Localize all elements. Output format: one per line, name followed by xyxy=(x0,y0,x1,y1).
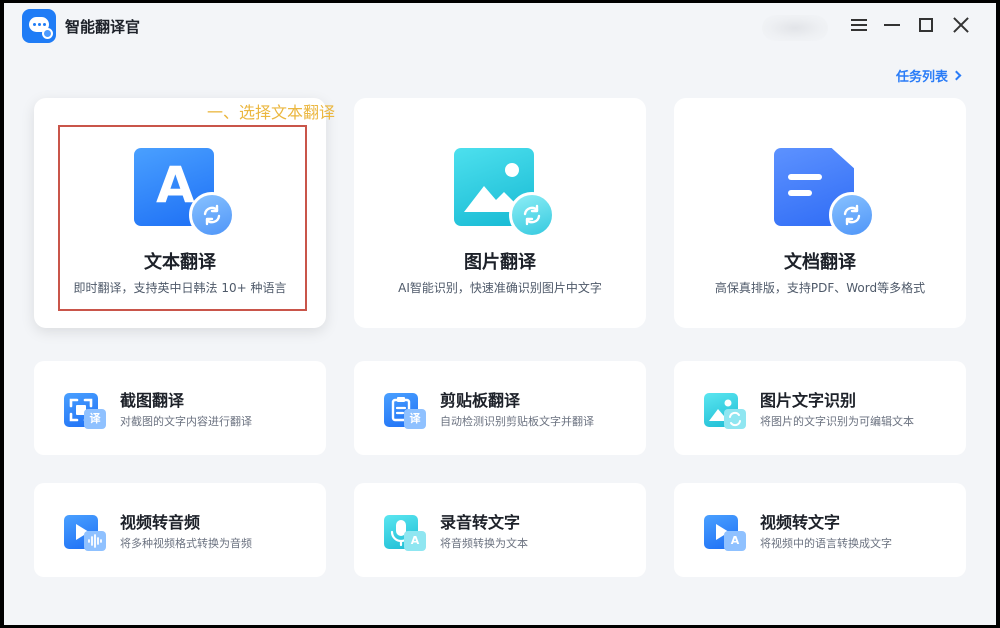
text-badge: A xyxy=(404,531,426,551)
tool-title: 剪贴板翻译 xyxy=(440,391,521,410)
app-window: 智能翻译官 任务列表 A 文本翻译 即时翻译，支持英中日韩法 10+ 种语言 图… xyxy=(4,3,996,625)
card-title: 文本翻译 xyxy=(144,252,216,273)
text-badge: A xyxy=(724,531,746,551)
task-list-link[interactable]: 任务列表 xyxy=(895,66,962,85)
step-annotation: 一、选择文本翻译 xyxy=(207,103,336,122)
image-ocr-icon xyxy=(704,389,748,433)
tool-description: 将视频中的语言转换成文字 xyxy=(760,537,892,550)
tool-title: 图片文字识别 xyxy=(760,391,857,410)
audio-to-text-card[interactable]: A 录音转文字 将音频转换为文本 xyxy=(354,483,646,577)
tool-description: 自动检测识别剪贴板文字并翻译 xyxy=(440,415,594,428)
sync-icon xyxy=(509,192,555,238)
clipboard-translate-card[interactable]: 译 剪贴板翻译 自动检测识别剪贴板文字并翻译 xyxy=(354,361,646,455)
audio-wave-badge xyxy=(84,531,106,551)
translate-badge: 译 xyxy=(404,409,426,429)
text-translate-icon: A xyxy=(134,148,239,238)
maximize-button[interactable] xyxy=(912,11,940,39)
video-to-audio-icon xyxy=(64,511,108,555)
card-title: 图片翻译 xyxy=(464,252,536,273)
image-translate-icon xyxy=(454,148,559,238)
translate-badge: 译 xyxy=(84,409,106,429)
card-title: 文档翻译 xyxy=(784,252,856,273)
tool-description: 将图片的文字识别为可编辑文本 xyxy=(760,415,914,428)
video-to-text-card[interactable]: A 视频转文字 将视频中的语言转换成文字 xyxy=(674,483,966,577)
video-to-text-icon: A xyxy=(704,511,748,555)
close-button[interactable] xyxy=(947,11,975,39)
document-translate-card[interactable]: 文档翻译 高保真排版，支持PDF、Word等多格式 xyxy=(674,98,966,328)
text-translate-card[interactable]: A 文本翻译 即时翻译，支持英中日韩法 10+ 种语言 xyxy=(34,98,326,328)
user-avatar[interactable] xyxy=(762,15,828,41)
task-list-label: 任务列表 xyxy=(895,70,948,85)
clipboard-icon: 译 xyxy=(384,389,428,433)
menu-button[interactable] xyxy=(845,11,873,39)
screenshot-translate-card[interactable]: 译 截图翻译 对截图的文字内容进行翻译 xyxy=(34,361,326,455)
chevron-right-icon xyxy=(951,70,962,81)
sync-icon xyxy=(189,192,235,238)
tool-description: 对截图的文字内容进行翻译 xyxy=(120,415,252,428)
scan-badge xyxy=(724,409,746,429)
video-to-audio-card[interactable]: 视频转音频 将多种视频格式转换为音频 xyxy=(34,483,326,577)
sync-icon xyxy=(829,192,875,238)
card-description: 即时翻译，支持英中日韩法 10+ 种语言 xyxy=(73,281,287,295)
letter-a-glyph: A xyxy=(156,156,195,214)
maximize-icon xyxy=(919,18,933,32)
tool-title: 视频转文字 xyxy=(760,513,841,532)
tool-title: 截图翻译 xyxy=(120,391,185,410)
microphone-icon: A xyxy=(384,511,428,555)
card-description: 高保真排版，支持PDF、Word等多格式 xyxy=(714,281,926,295)
minimize-icon xyxy=(884,24,900,26)
title-bar: 智能翻译官 xyxy=(4,3,996,47)
app-logo-icon xyxy=(22,9,56,43)
image-ocr-card[interactable]: 图片文字识别 将图片的文字识别为可编辑文本 xyxy=(674,361,966,455)
tool-description: 将音频转换为文本 xyxy=(440,537,528,550)
tool-title: 录音转文字 xyxy=(440,513,521,532)
minimize-button[interactable] xyxy=(878,11,906,39)
tool-description: 将多种视频格式转换为音频 xyxy=(120,537,252,550)
document-translate-icon xyxy=(774,148,879,238)
close-icon xyxy=(953,17,969,33)
image-translate-card[interactable]: 图片翻译 AI智能识别，快速准确识别图片中文字 xyxy=(354,98,646,328)
screenshot-icon: 译 xyxy=(64,389,108,433)
card-description: AI智能识别，快速准确识别图片中文字 xyxy=(398,281,602,295)
tool-title: 视频转音频 xyxy=(120,513,201,532)
app-title: 智能翻译官 xyxy=(65,18,141,36)
menu-icon xyxy=(851,19,867,31)
